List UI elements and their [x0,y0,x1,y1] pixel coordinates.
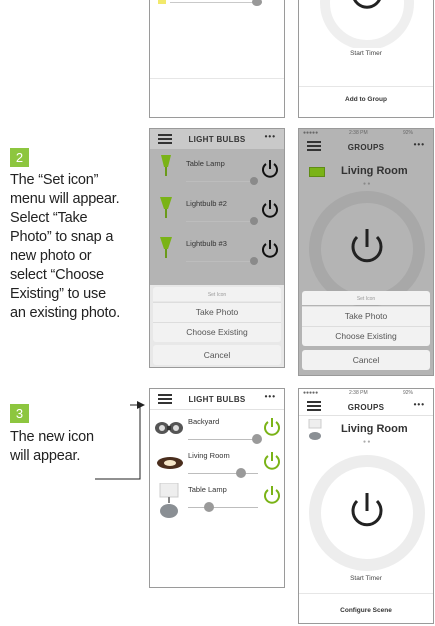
step-2-badge: 2 [10,148,29,167]
timer-ring [320,0,414,48]
slider-track [186,261,256,262]
header-bar: LIGHT BULBS ••• [150,389,284,410]
power-icon[interactable] [260,199,280,219]
cancel-button[interactable]: Cancel [302,350,430,370]
battery-label: 92% [403,390,414,396]
slider-track [188,439,258,440]
downlight-icon [157,457,183,469]
header-bar: LIGHT BULBS ••• [150,129,284,150]
add-to-group-button[interactable]: Add to Group [299,96,433,103]
step-3-badge: 3 [10,404,29,423]
slider-knob[interactable] [250,257,258,265]
step-2-line: Photo” to snap a [10,229,114,245]
slider-knob[interactable] [250,217,258,225]
choose-existing-button[interactable]: Choose Existing [302,326,430,346]
step-2-line: Existing” to use [10,286,106,302]
power-dial[interactable] [307,453,427,573]
floodlight-icon [155,422,183,434]
page-dots: ● ● [363,181,371,187]
step-2-line: new photo or [10,248,92,264]
more-icon[interactable]: ••• [414,140,425,149]
bulb-name: Living Room [188,451,230,460]
list-item[interactable]: Lightbulb #2 [150,193,284,233]
power-icon[interactable] [262,417,282,437]
power-icon[interactable] [262,485,282,505]
status-time: 2:38 PM [349,390,368,396]
signal-icon: ●●●●● [303,390,319,396]
step-2-line: Select “Take [10,210,88,226]
power-icon[interactable] [260,239,280,259]
table-lamp-icon [159,483,179,518]
room-title: Living Room [341,165,408,177]
sheet-title: Set Icon [302,291,430,305]
bulb-name: Lightbulb #2 [186,199,227,208]
mid-right-phone: ●●●●● 2:38 PM 92% GROUPS ••• Living Room… [298,128,434,376]
step-2-line: select “Choose [10,267,104,283]
bulb-name: Table Lamp [188,485,227,494]
bulb-name: Backyard [188,417,220,426]
start-timer-button[interactable]: Start Timer [299,575,433,582]
power-icon[interactable] [262,451,282,471]
bulb-name: Lightbulb #3 [186,239,227,248]
choose-existing-button[interactable]: Choose Existing [153,322,281,342]
divider [299,86,433,87]
room-title: Living Room [341,423,408,435]
list-item[interactable]: Lightbulb #3 [150,233,284,273]
list-item[interactable]: Backyard [150,413,284,447]
sheet-title: Set Icon [153,287,281,301]
bottom-right-phone: ●●●●● 2:38 PM 92% GROUPS ••• Living Room… [298,388,434,624]
list-item[interactable]: Table Lamp [150,153,284,193]
connector-arrow [95,401,145,480]
status-bar: ●●●●● 2:38 PM 92% [299,389,433,399]
top-right-phone: Start Timer Add to Group [298,0,434,118]
configure-scene-button[interactable]: Configure Scene [299,607,433,614]
slider-knob[interactable] [236,468,246,478]
signal-icon: ●●●●● [303,130,319,136]
page-dots: ● ● [363,439,371,445]
step-2-text: The “Set icon” menu will appear. Select … [10,171,150,323]
slider-knob[interactable] [204,502,214,512]
group-icon [309,167,325,177]
step-2-line: menu will appear. [10,191,120,207]
more-icon[interactable]: ••• [265,392,276,401]
take-photo-button[interactable]: Take Photo [153,302,281,322]
list-area: Table Lamp Lightbulb #2 Lightbulb #3 [150,149,284,285]
header-bar: GROUPS ••• [299,399,433,416]
slider-track [188,507,258,508]
slider-knob[interactable] [252,0,262,6]
divider [299,593,433,594]
start-timer-label[interactable]: Start Timer [299,50,433,57]
top-left-phone [149,0,285,118]
divider [150,78,284,79]
more-icon[interactable]: ••• [265,132,276,141]
slider-track [188,473,258,474]
lamp-icon [158,0,166,4]
slider-knob[interactable] [252,434,262,444]
lamp-icon [161,155,171,176]
take-photo-button[interactable]: Take Photo [302,306,430,326]
power-icon[interactable] [260,159,280,179]
status-bar: ●●●●● 2:38 PM 92% [299,129,433,139]
slider-knob[interactable] [250,177,258,185]
cancel-button[interactable]: Cancel [153,345,281,365]
bulb-name: Table Lamp [186,159,225,168]
step-2-line: an existing photo. [10,305,121,321]
status-time: 2:38 PM [349,130,368,136]
lamp-icon [160,197,172,218]
list-item[interactable]: Living Room [150,447,284,481]
step-2-line: The “Set icon” [10,172,99,188]
slider-track [186,181,256,182]
bottom-left-phone: LIGHT BULBS ••• Backyard Living Room Tab… [149,388,285,588]
lamp-icon [160,237,172,258]
mid-left-phone: LIGHT BULBS ••• Table Lamp Lightbulb #2 … [149,128,285,368]
list-item[interactable]: Table Lamp [150,481,284,521]
slider-track [186,221,256,222]
header-bar: GROUPS ••• [299,139,433,155]
group-lamp-icon [308,419,322,440]
more-icon[interactable]: ••• [414,400,425,409]
battery-label: 92% [403,130,414,136]
slider-line [170,2,262,3]
